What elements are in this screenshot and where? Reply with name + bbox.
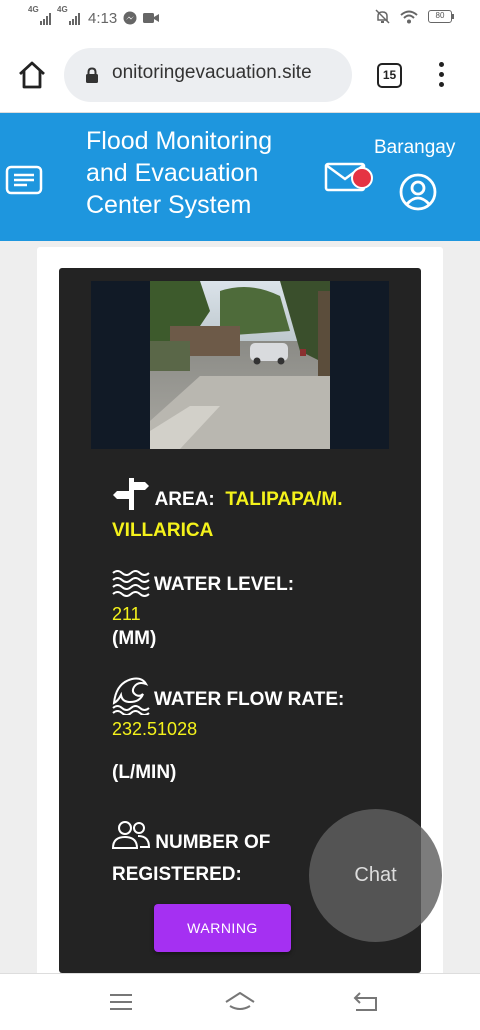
video-icon (143, 13, 160, 23)
flow-rate-block: WATER FLOW RATE: 232.51028 (L/MIN) (112, 675, 402, 784)
battery-icon: 80 (428, 10, 454, 23)
flow-rate-label: WATER FLOW RATE: (154, 689, 345, 710)
site-title: Flood Monitoring and Evacuation Center S… (86, 127, 273, 219)
wifi-icon (400, 10, 418, 23)
browser-menu-icon[interactable] (436, 62, 446, 90)
signal-icon-1: 4G (28, 5, 51, 27)
notification-dot (351, 167, 373, 189)
home-icon[interactable] (17, 60, 47, 90)
camera-feed (91, 281, 389, 449)
system-navigation-bar (0, 973, 480, 1030)
messenger-icon (123, 11, 137, 25)
menu-toggle-icon[interactable] (5, 165, 43, 195)
flow-rate-value: 232.51028 (112, 719, 198, 739)
tabs-button[interactable]: 15 (377, 63, 402, 88)
tidal-wave-icon (112, 677, 150, 715)
home-nav-icon[interactable] (224, 990, 256, 1014)
water-level-block: WATER LEVEL: 211 (MM) (112, 566, 392, 650)
app-header: Flood Monitoring and Evacuation Center S… (0, 113, 480, 241)
recent-apps-icon[interactable] (108, 990, 136, 1014)
street-camera-image (150, 281, 330, 449)
url-text: onitoringevacuation.site (112, 62, 312, 83)
account-label: Barangay (374, 137, 456, 158)
status-bar: 4G 4G 4:13 80 (0, 0, 480, 38)
browser-toolbar: onitoringevacuation.site 15 (0, 38, 480, 113)
water-level-value: 211 (112, 604, 141, 624)
registered-block: NUMBER OF REGISTERED: (111, 820, 312, 891)
mute-icon (375, 9, 390, 24)
user-icon[interactable] (399, 173, 437, 211)
water-level-unit: (MM) (112, 628, 157, 649)
people-icon (111, 821, 151, 849)
chat-button[interactable]: Chat (309, 809, 442, 942)
lock-icon (86, 67, 98, 83)
address-bar[interactable]: onitoringevacuation.site (64, 48, 352, 102)
area-label: AREA: (154, 489, 215, 510)
clock: 4:13 (88, 9, 118, 27)
signpost-icon (113, 478, 149, 510)
back-nav-icon[interactable] (352, 990, 380, 1014)
signal-icon-2: 4G (57, 5, 80, 27)
warning-button[interactable]: WARNING (154, 904, 291, 952)
water-waves-icon (112, 570, 150, 597)
water-level-label: WATER LEVEL: (154, 574, 295, 595)
area-block: AREA: TALIPAPA/M. VILLARICA (112, 476, 382, 546)
flow-rate-unit: (L/MIN) (112, 762, 177, 783)
